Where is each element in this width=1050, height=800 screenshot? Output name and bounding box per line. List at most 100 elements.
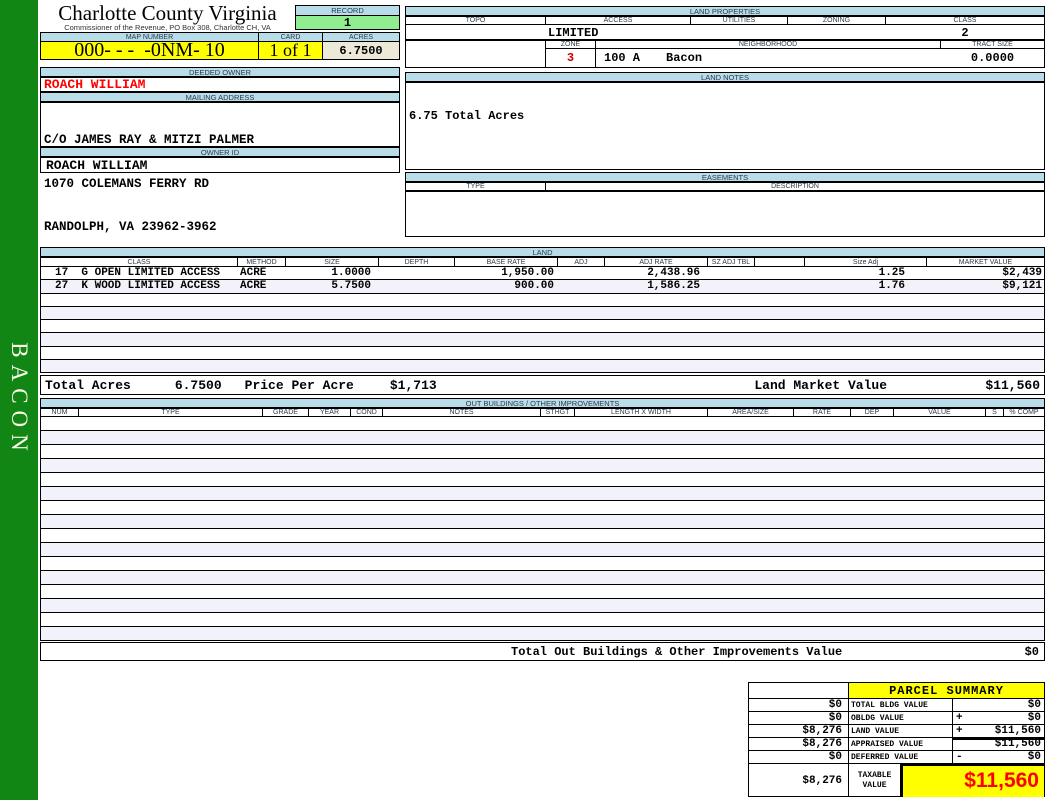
acres-value: 6.7500 bbox=[323, 42, 399, 59]
land-row: 17 G OPEN LIMITED ACCESS ACRE 1.0000 1,9… bbox=[41, 267, 1044, 281]
row-label: TOTAL BLDG VALUE bbox=[849, 699, 953, 711]
total-acres-value: 6.7500 bbox=[174, 377, 222, 393]
mailing-address-band: MAILING ADDRESS bbox=[40, 92, 400, 102]
owner-id-label: OWNER ID bbox=[200, 147, 240, 157]
ob-col-notes: NOTES bbox=[383, 409, 541, 416]
row-value: $11,560 bbox=[994, 738, 1041, 750]
empty-row bbox=[41, 359, 1044, 373]
address-line-1: C/O JAMES RAY & MITZI PALMER bbox=[44, 133, 255, 147]
land-row-blank bbox=[755, 267, 805, 279]
empty-row bbox=[41, 431, 1044, 445]
district-sidebar: BACON bbox=[0, 0, 38, 800]
card-value: 1 of 1 bbox=[259, 40, 323, 60]
land-col-method: METHOD bbox=[238, 258, 286, 266]
easements-headers: TYPE DESCRIPTION bbox=[405, 182, 1045, 191]
land-row-adj-rate: 2,438.96 bbox=[647, 267, 700, 280]
prior-value: $0 bbox=[749, 751, 849, 763]
summary-row-taxable: $8,276 TAXABLE VALUE $11,560 bbox=[749, 764, 1044, 797]
land-row-size: 1.0000 bbox=[331, 267, 371, 280]
land-col-size-adj: Size Adj bbox=[805, 258, 927, 266]
zoning-header: ZONING bbox=[788, 17, 886, 24]
summary-row-deferred: $0 DEFERRED VALUE - $0 bbox=[749, 751, 1044, 764]
summary-row-appraised: $8,276 APPRAISED VALUE $11,560 bbox=[749, 738, 1044, 751]
land-row-class: 17 G OPEN LIMITED ACCESS bbox=[55, 267, 221, 280]
land-properties-headers: TOPO ACCESS UTILITIES ZONING CLASS bbox=[405, 16, 1045, 25]
ob-empty-rows bbox=[41, 417, 1044, 641]
access-value: LIMITED bbox=[548, 26, 599, 40]
topo-empty-box bbox=[405, 40, 546, 68]
land-row-method: ACRE bbox=[240, 280, 267, 293]
deeded-owner-label: DEEDED OWNER bbox=[188, 67, 252, 77]
deeded-owner-band: DEEDED OWNER bbox=[40, 67, 400, 77]
row-operator: + bbox=[956, 712, 963, 724]
empty-row bbox=[41, 599, 1044, 613]
empty-row bbox=[41, 613, 1044, 627]
land-band: LAND bbox=[40, 247, 1045, 257]
row-label: LAND VALUE bbox=[849, 725, 953, 737]
zone-table: ZONE NEIGHBORHOOD TRACT SIZE 3 100 A Bac… bbox=[545, 40, 1045, 68]
address-line-2: 1070 COLEMANS FERRY RD bbox=[44, 176, 210, 191]
topo-header: TOPO bbox=[406, 17, 546, 24]
land-market-value-label: Land Market Value bbox=[754, 377, 887, 393]
land-row-adj bbox=[558, 267, 605, 279]
row-label: DEFERRED VALUE bbox=[849, 751, 953, 763]
land-col-market-value: MARKET VALUE bbox=[958, 258, 1013, 266]
land-col-size: SIZE bbox=[286, 258, 379, 266]
row-value: $0 bbox=[1027, 751, 1041, 763]
map-number-value: 000- - - -0NM- 10 bbox=[41, 39, 259, 61]
prior-value: $8,276 bbox=[749, 725, 849, 737]
prior-value: $8,276 bbox=[749, 738, 849, 750]
ob-total-label: Total Out Buildings & Other Improvements… bbox=[511, 644, 843, 659]
class-header: CLASS bbox=[953, 17, 977, 24]
row-value: $0 bbox=[1027, 712, 1041, 724]
out-buildings-total-row: Total Out Buildings & Other Improvements… bbox=[40, 642, 1045, 661]
taxable-label: TAXABLE VALUE bbox=[849, 764, 901, 797]
ob-col-cond: COND bbox=[351, 409, 383, 416]
access-header: ACCESS bbox=[546, 17, 691, 24]
empty-row bbox=[41, 557, 1044, 571]
parcel-summary-blank-cell bbox=[749, 683, 849, 698]
record-label: RECORD bbox=[295, 5, 400, 16]
ob-col-rate: RATE bbox=[794, 409, 851, 416]
prior-value: $8,276 bbox=[749, 764, 849, 797]
empty-row bbox=[41, 306, 1044, 320]
ob-col-year: YEAR bbox=[309, 409, 351, 416]
parcel-record-page: BACON Charlotte County Virginia Commissi… bbox=[0, 0, 1050, 800]
land-col-adj: ADJ bbox=[558, 258, 605, 266]
land-col-sz-adj-tbl: SZ ADJ TBL bbox=[708, 258, 755, 266]
land-col-depth: DEPTH bbox=[379, 258, 455, 266]
out-buildings-title: OUT BUILDINGS / OTHER IMPROVEMENTS bbox=[465, 398, 620, 408]
empty-row bbox=[41, 585, 1044, 599]
land-row-size: 5.7500 bbox=[331, 280, 371, 293]
empty-row bbox=[41, 473, 1044, 487]
ob-total-value: $0 bbox=[1024, 644, 1039, 659]
zone-label: ZONE bbox=[546, 41, 596, 48]
neighborhood-name: Bacon bbox=[666, 51, 703, 65]
land-market-value: $11,560 bbox=[985, 377, 1040, 393]
land-properties-values: LIMITED 2 bbox=[405, 25, 1045, 40]
easement-type-header: TYPE bbox=[406, 183, 546, 190]
land-row-size-adj: 1.76 bbox=[878, 280, 905, 293]
parcel-summary: PARCEL SUMMARY $0 TOTAL BLDG VALUE $0 $0… bbox=[748, 682, 1045, 797]
deeded-owner-value: ROACH WILLIAM bbox=[40, 77, 400, 92]
land-col-base-rate: BASE RATE bbox=[455, 258, 558, 266]
zone-value: 3 bbox=[546, 49, 596, 67]
land-column-headers: CLASS METHOD SIZE DEPTH BASE RATE ADJ AD… bbox=[40, 257, 1045, 267]
map-table: MAP NUMBER CARD ACRES 000- - - -0NM- 10 … bbox=[40, 32, 400, 61]
easement-description-header: DESCRIPTION bbox=[771, 183, 819, 190]
ob-col-s: S bbox=[986, 409, 1004, 416]
parcel-summary-header: PARCEL SUMMARY bbox=[749, 683, 1044, 699]
tract-size-value: 0.0000 bbox=[970, 51, 1015, 65]
owner-id-value: ROACH WILLIAM bbox=[40, 157, 400, 173]
row-operator: - bbox=[956, 751, 963, 763]
ob-col-area-size: AREA/SIZE bbox=[708, 409, 794, 416]
total-acres-label: Total Acres bbox=[45, 377, 131, 393]
class-value: 2 bbox=[961, 26, 969, 40]
row-label: APPRAISED VALUE bbox=[849, 738, 953, 750]
land-note: 6.75 Total Acres bbox=[409, 109, 525, 123]
land-col-class: CLASS bbox=[41, 258, 238, 266]
out-buildings-rows bbox=[40, 417, 1045, 641]
land-title: LAND bbox=[532, 247, 553, 257]
owner-id-band: OWNER ID bbox=[40, 147, 400, 157]
ob-col-length-width: LENGTH X WIDTH bbox=[575, 409, 708, 416]
